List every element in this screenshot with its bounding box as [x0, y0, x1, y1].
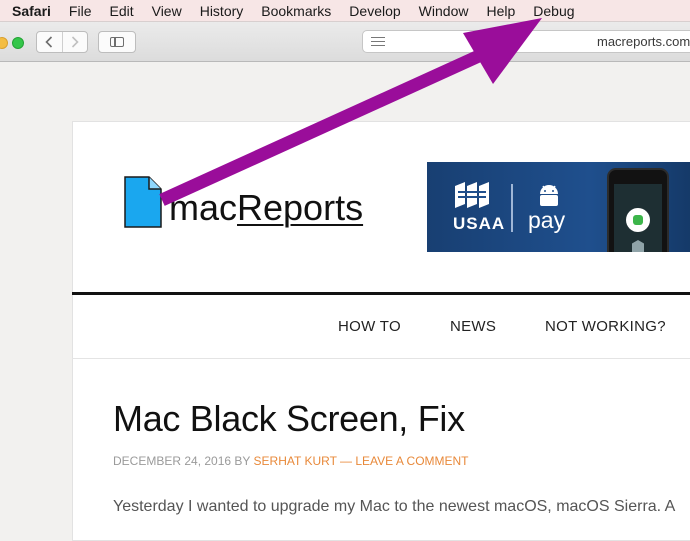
menu-view[interactable]: View: [143, 3, 191, 19]
menu-help[interactable]: Help: [477, 3, 524, 19]
chevron-left-icon: [45, 36, 53, 48]
menu-safari[interactable]: Safari: [0, 3, 60, 19]
menu-window[interactable]: Window: [410, 3, 478, 19]
document-icon: [124, 176, 162, 228]
menu-history[interactable]: History: [191, 3, 253, 19]
menu-bookmarks[interactable]: Bookmarks: [252, 3, 340, 19]
post-title[interactable]: Mac Black Screen, Fix: [113, 398, 465, 440]
phone-screen: [614, 184, 662, 252]
menu-debug[interactable]: Debug: [524, 3, 583, 19]
logo-prefix: mac: [169, 187, 238, 228]
show-sidebar-button[interactable]: [98, 31, 136, 53]
menu-develop[interactable]: Develop: [340, 3, 409, 19]
post-author-link[interactable]: SERHAT KURT: [254, 454, 337, 468]
phone-image: [607, 168, 669, 252]
nav-divider: [72, 358, 690, 359]
ad-brand: USAA: [453, 214, 506, 233]
reader-icon[interactable]: [371, 37, 385, 46]
site-logo[interactable]: macReports: [169, 187, 363, 229]
post-by: BY: [234, 454, 251, 468]
menu-edit[interactable]: Edit: [100, 3, 142, 19]
android-pay-icon: [626, 208, 650, 232]
post-meta: DECEMBER 24, 2016 BY SERHAT KURT — LEAVE…: [113, 454, 469, 468]
meta-dash: —: [340, 454, 353, 468]
ad-product: pay: [528, 207, 566, 233]
nav-not-working[interactable]: NOT WORKING?: [545, 318, 666, 335]
address-bar[interactable]: macreports.com: [362, 30, 690, 53]
nav-news[interactable]: NEWS: [450, 318, 496, 335]
minimize-window-button[interactable]: [0, 37, 8, 49]
post-excerpt: Yesterday I wanted to upgrade my Mac to …: [113, 498, 676, 515]
url-text: macreports.com: [597, 34, 690, 49]
header-divider: [72, 292, 690, 295]
menu-bar: Safari File Edit View History Bookmarks …: [0, 0, 690, 22]
nav-how-to[interactable]: HOW TO: [338, 318, 401, 335]
browser-toolbar: macreports.com: [0, 22, 690, 62]
sidebar-icon: [110, 37, 124, 47]
android-icon: [540, 185, 558, 206]
ad-divider: [511, 184, 513, 232]
back-button[interactable]: [37, 32, 62, 52]
zoom-window-button[interactable]: [12, 37, 24, 49]
navigation-buttons: [36, 31, 88, 53]
usaa-eagle-icon: [455, 182, 489, 208]
chevron-right-icon: [71, 36, 79, 48]
shield-icon: [632, 240, 644, 252]
ad-banner[interactable]: USAA pay: [427, 162, 690, 252]
forward-button[interactable]: [61, 32, 88, 52]
leave-comment-link[interactable]: LEAVE A COMMENT: [355, 454, 468, 468]
menu-file[interactable]: File: [60, 3, 101, 19]
logo-suffix: Reports: [237, 187, 364, 228]
post-date: DECEMBER 24, 2016: [113, 454, 232, 468]
